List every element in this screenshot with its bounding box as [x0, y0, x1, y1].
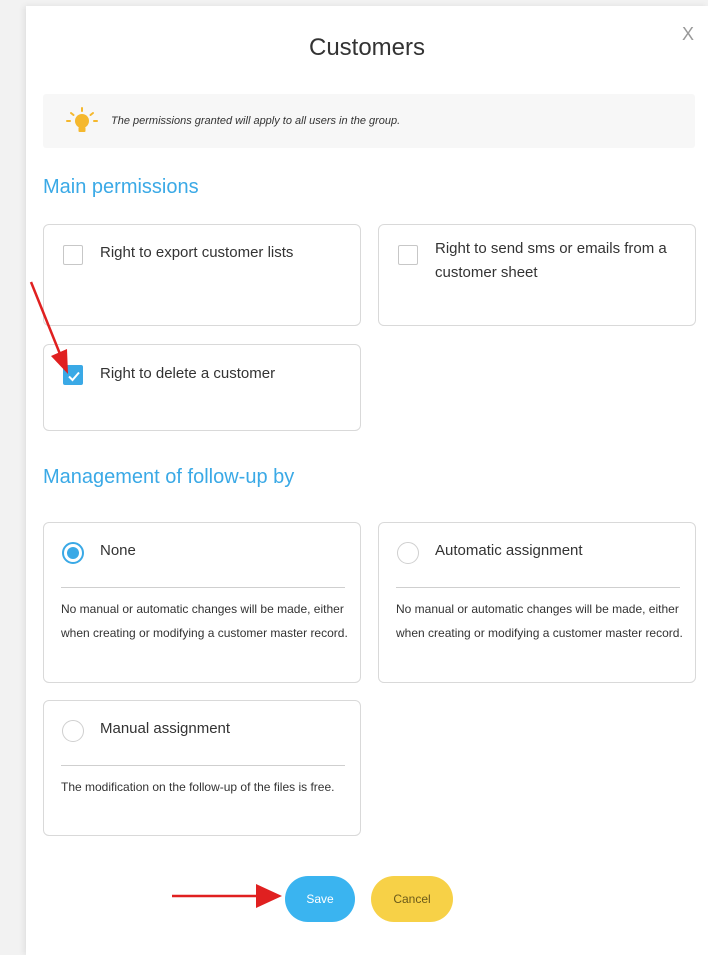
automatic-label: Automatic assignment	[435, 542, 583, 559]
none-radio[interactable]	[62, 542, 84, 564]
delete-checkbox[interactable]	[63, 365, 83, 385]
manual-radio[interactable]	[62, 720, 84, 742]
automatic-radio[interactable]	[397, 542, 419, 564]
export-checkbox[interactable]	[63, 245, 83, 265]
main-permissions-title: Main permissions	[43, 176, 199, 198]
check-icon	[68, 371, 80, 382]
permission-card-export[interactable]: Right to export customer lists	[43, 224, 361, 326]
manual-label: Manual assignment	[100, 720, 231, 737]
send-label: Right to send sms or emails from a custo…	[435, 240, 667, 281]
info-text: The permissions granted will apply to al…	[111, 115, 401, 127]
export-label: Right to export customer lists	[100, 244, 294, 261]
none-description: No manual or automatic changes will be m…	[61, 602, 348, 640]
permission-card-send[interactable]: Right to send sms or emails from a custo…	[378, 224, 696, 326]
save-button[interactable]: Save	[285, 876, 355, 922]
close-icon[interactable]: X	[678, 24, 698, 44]
followup-card-manual[interactable]: Manual assignment The modification on th…	[43, 700, 361, 836]
none-label: None	[100, 542, 136, 559]
cancel-button[interactable]: Cancel	[371, 876, 453, 922]
followup-card-none[interactable]: None No manual or automatic changes will…	[43, 522, 361, 683]
delete-label: Right to delete a customer	[100, 365, 276, 382]
lightbulb-icon	[66, 107, 98, 132]
followup-card-automatic[interactable]: Automatic assignment No manual or automa…	[378, 522, 696, 683]
send-checkbox[interactable]	[398, 245, 418, 265]
modal-title: Customers	[308, 34, 426, 61]
followup-title: Management of follow-up by	[43, 466, 295, 488]
divider	[396, 587, 680, 588]
permission-card-delete[interactable]: Right to delete a customer	[43, 344, 361, 431]
automatic-description: No manual or automatic changes will be m…	[396, 602, 683, 640]
divider	[61, 587, 345, 588]
divider	[61, 765, 345, 766]
info-banner: The permissions granted will apply to al…	[43, 94, 695, 148]
manual-description: The modification on the follow-up of the…	[61, 780, 335, 794]
permissions-modal: Customers X The permissions granted will…	[26, 6, 708, 955]
